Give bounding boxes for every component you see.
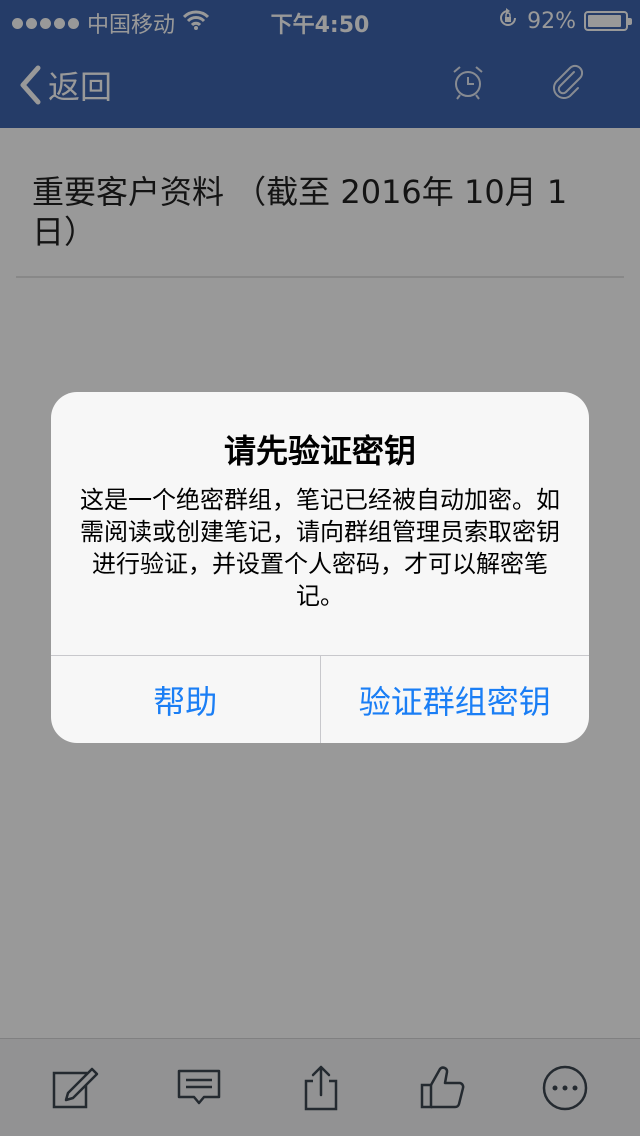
help-button[interactable]: 帮助: [51, 656, 320, 743]
verify-group-key-button[interactable]: 验证群组密钥: [319, 656, 590, 743]
alert-title: 请先验证密钥: [223, 432, 416, 470]
alert-buttons: 帮助 验证群组密钥: [51, 655, 589, 743]
verify-key-alert: 请先验证密钥 这是一个绝密群组，笔记已经被自动加密。如需阅读或创建笔记，请向群组…: [51, 392, 589, 743]
alert-message: 这是一个绝密群组，笔记已经被自动加密。如需阅读或创建笔记，请向群组管理员索取密钥…: [80, 486, 560, 610]
